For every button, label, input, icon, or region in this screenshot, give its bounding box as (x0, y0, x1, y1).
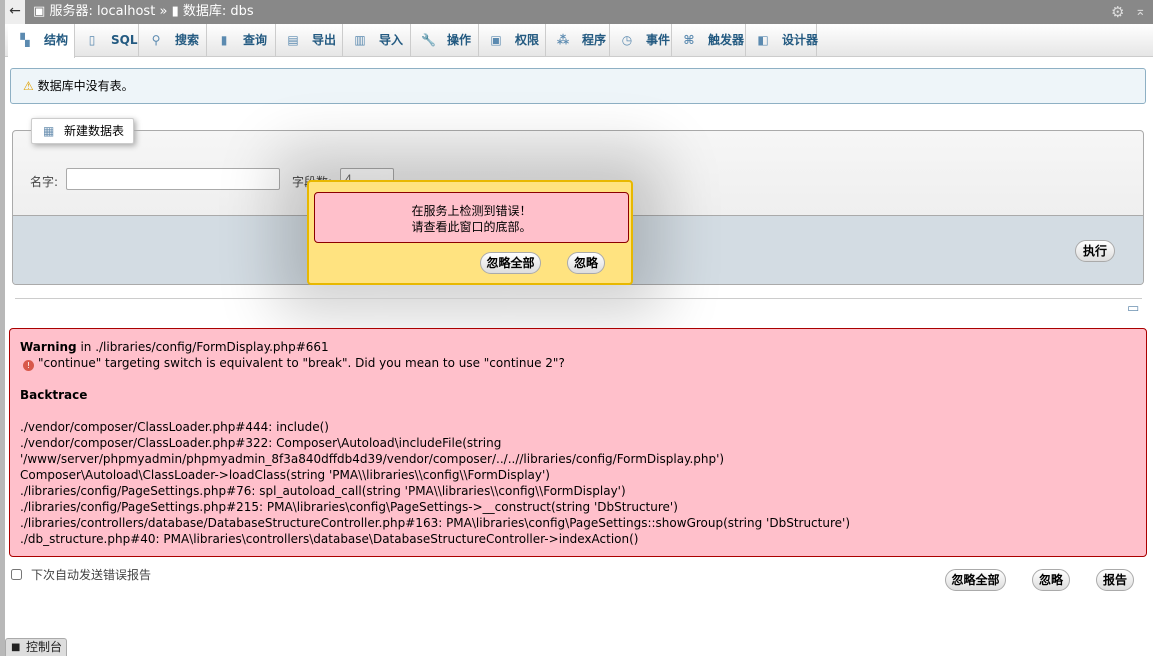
popup-line-2: 请查看此窗口的底部。 (411, 220, 532, 234)
backtrace-line: ./libraries/controllers/database/Databas… (20, 516, 850, 530)
new-window-icon[interactable]: ▭ (1127, 301, 1139, 316)
error-message: "continue" targeting switch is equivalen… (38, 356, 565, 370)
backtrace-line: ./libraries/config/PageSettings.php#215:… (20, 500, 678, 514)
wrench-icon: 🔧 (421, 33, 436, 47)
database-icon: ▮ (171, 4, 179, 19)
tab-label: 结构 (44, 33, 69, 47)
divider (15, 298, 1142, 299)
search-icon: ⚲ (151, 33, 161, 47)
tab-label: 导出 (312, 33, 337, 47)
tab-label: 程序 (582, 33, 607, 47)
left-border (0, 0, 5, 656)
go-button[interactable]: 执行 (1075, 240, 1115, 262)
tab-7[interactable]: ▣ 权限 (479, 24, 546, 57)
popup-message: 在服务上检测到错误！ 请查看此窗口的底部。 (314, 192, 629, 243)
import-icon: ▥ (354, 33, 366, 47)
console-icon: ■ (11, 642, 21, 653)
tab-label: 触发器 (708, 33, 745, 47)
name-label: 名字: (30, 175, 59, 189)
sql-icon: ▯ (88, 33, 96, 47)
breadcrumb: ▣ 服务器: localhost » ▮ 数据库: dbs (33, 0, 254, 24)
backtrace-line: ./vendor/composer/ClassLoader.php#444: i… (20, 420, 329, 434)
privileges-icon: ▣ (490, 33, 502, 47)
tab-label: 查询 (243, 33, 268, 47)
error-icon: ! (23, 360, 34, 371)
backtrace-list: ./vendor/composer/ClassLoader.php#444: i… (20, 419, 1136, 547)
auto-send-checkbox[interactable] (11, 569, 22, 580)
tab-label: 权限 (515, 33, 540, 47)
tab-label: 操作 (447, 33, 472, 47)
tab-10[interactable]: ⌘ 触发器 (672, 24, 746, 57)
gear-icon[interactable]: ⚙ (1111, 0, 1124, 24)
back-arrow-icon[interactable]: ← (5, 0, 25, 24)
tab-label: 事件 (646, 33, 671, 47)
tab-4[interactable]: ▤ 导出 (276, 24, 343, 57)
legend-text: 新建数据表 (64, 124, 125, 138)
tab-0[interactable]: ▚ 结构 (8, 24, 75, 58)
structure-icon: ▚ (20, 33, 30, 47)
error-box: Warning in ./libraries/config/FormDispla… (9, 328, 1147, 557)
backtrace-line: '/www/server/phpmyadmin/phpmyadmin_8f3a8… (20, 452, 725, 466)
routines-icon: ⁂ (556, 33, 570, 47)
backtrace-line: ./db_structure.php#40: PMA\libraries\con… (20, 532, 639, 546)
console-tab[interactable]: ■ 控制台 (5, 638, 67, 656)
tab-6[interactable]: 🔧 操作 (411, 24, 479, 57)
ignore-all-button[interactable]: 忽略全部 (945, 569, 1006, 591)
backtrace-line: ./libraries/config/PageSettings.php#76: … (20, 484, 626, 498)
ignore-button[interactable]: 忽略 (1032, 569, 1070, 591)
tab-label: 设计器 (782, 33, 819, 47)
create-table-legend: ▦ 新建数据表 (31, 118, 134, 144)
new-table-icon: ▦ (43, 124, 55, 138)
tab-label: SQL (111, 33, 138, 47)
designer-icon: ◧ (757, 33, 769, 47)
error-heading: Warning (20, 340, 77, 354)
popup-line-1: 在服务上检测到错误！ (411, 204, 532, 218)
server-icon: ▣ (33, 4, 46, 19)
backtrace-line: Composer\Autoload\ClassLoader->loadClass… (20, 468, 550, 482)
breadcrumb-server[interactable]: 服务器: localhost (49, 4, 155, 19)
clock-icon: ◷ (621, 33, 633, 47)
breadcrumb-separator: » (159, 4, 168, 19)
export-icon: ▤ (287, 33, 299, 47)
report-button[interactable]: 报告 (1096, 569, 1134, 591)
backtrace-title: Backtrace (20, 388, 88, 402)
popup-ignore-button[interactable]: 忽略 (567, 252, 605, 274)
tab-8[interactable]: ⁂ 程序 (546, 24, 610, 57)
tab-bar: ▚ 结构 ▯ SQL ⚲ 搜索 ▮ 查询 ▤ 导出 ▥ 导入 🔧 操作 ▣ 权限 ⁂ 程序 ◷ 事件 ⌘ 触发器 ◧ 设计器 (5, 24, 1153, 58)
notice-text: 数据库中没有表。 (37, 79, 134, 93)
warning-icon: ⚠ (23, 79, 34, 93)
auto-send-label[interactable]: 下次自动发送错误报告 (31, 566, 151, 583)
tab-5[interactable]: ▥ 导入 (343, 24, 411, 57)
triggers-icon: ⌘ (683, 33, 695, 47)
tab-label: 导入 (379, 33, 404, 47)
error-notification-popup: 在服务上检测到错误！ 请查看此窗口的底部。 忽略全部 忽略 (307, 180, 633, 285)
table-name-input[interactable] (66, 168, 280, 190)
console-label: 控制台 (26, 640, 63, 654)
breadcrumb-database[interactable]: 数据库: dbs (183, 4, 254, 19)
notice-box: ⚠ 数据库中没有表。 (10, 68, 1146, 104)
error-location: in ./libraries/config/FormDisplay.php#66… (76, 340, 329, 354)
tab-11[interactable]: ◧ 设计器 (746, 24, 819, 57)
query-icon: ▮ (220, 33, 228, 47)
tab-label: 搜索 (175, 33, 200, 47)
tab-3[interactable]: ▮ 查询 (207, 24, 276, 57)
backtrace-line: ./vendor/composer/ClassLoader.php#322: C… (20, 436, 502, 450)
title-bar: ← ▣ 服务器: localhost » ▮ 数据库: dbs ⚙ ⌅ (5, 0, 1153, 24)
collapse-icon[interactable]: ⌅ (1135, 0, 1146, 24)
tab-1[interactable]: ▯ SQL (75, 24, 139, 57)
tab-2[interactable]: ⚲ 搜索 (139, 24, 207, 57)
popup-ignore-all-button[interactable]: 忽略全部 (480, 252, 541, 274)
tab-9[interactable]: ◷ 事件 (610, 24, 672, 57)
